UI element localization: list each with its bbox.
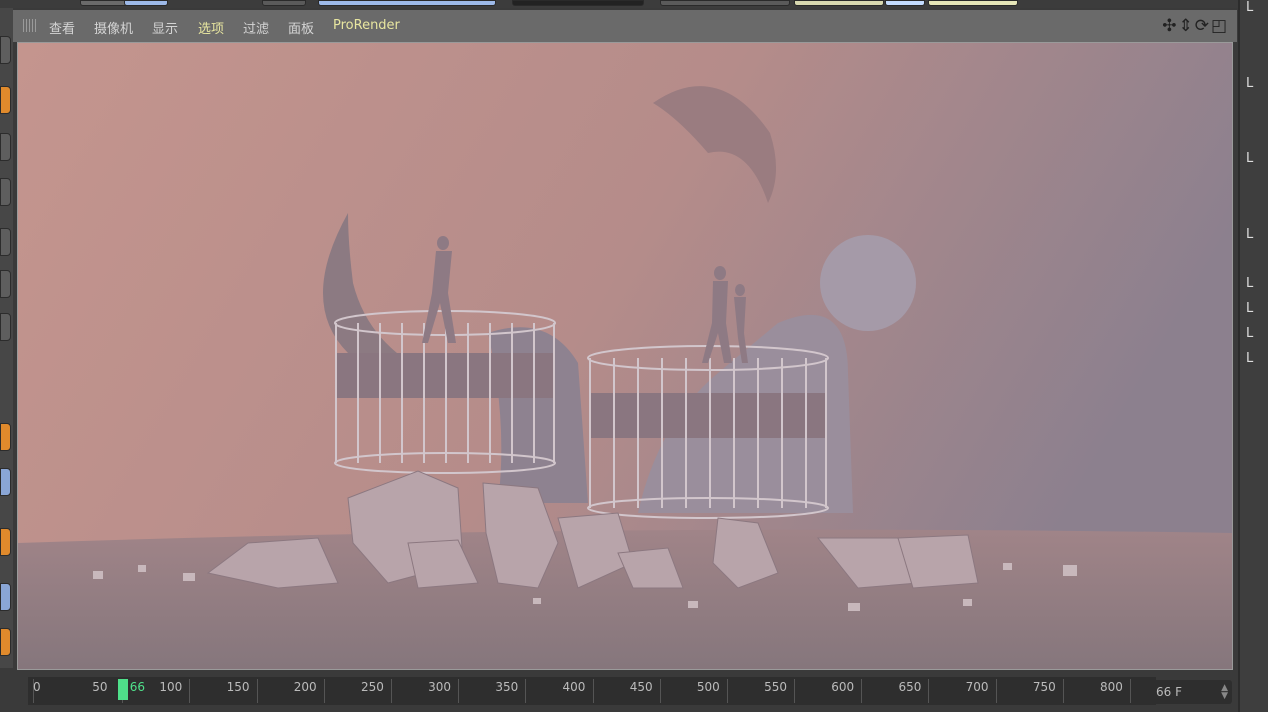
object-row[interactable]: L (1246, 326, 1253, 341)
object-row[interactable]: L (1246, 351, 1253, 366)
toolbar-button[interactable] (124, 0, 168, 6)
object-row[interactable]: L (1246, 301, 1253, 316)
tick-label: 0 (33, 680, 41, 694)
tick-label: 550 (764, 680, 787, 694)
tick-mark (592, 679, 594, 703)
tool-button[interactable] (0, 228, 11, 256)
playhead-label: 66 (129, 680, 145, 694)
tick-mark (1130, 679, 1131, 703)
dolly-view-icon[interactable]: ⇕ (1178, 16, 1194, 36)
toolbar-button-group[interactable] (318, 0, 496, 6)
current-frame-field[interactable]: 66 F ▲ ▼ (1150, 680, 1232, 704)
timeline-ruler[interactable]: 0 50 100 150 200 250 300 350 400 450 500 550 600 650 7… (28, 677, 1156, 705)
menu-view[interactable]: 查看 (49, 18, 75, 37)
timeline: 0 50 100 150 200 250 300 350 400 450 500 550 600 650 7… (13, 672, 1238, 712)
tick-mark (323, 679, 325, 703)
menu-display[interactable]: 显示 (152, 18, 178, 37)
tool-button[interactable] (0, 178, 11, 206)
menu-camera[interactable]: 摄像机 (94, 18, 133, 37)
tick-label: 350 (495, 680, 519, 694)
main-toolbar (0, 0, 1240, 8)
view-nav-icons: ✣⇕⟳◰ (1162, 16, 1229, 36)
tick-label: 700 (965, 680, 989, 694)
panel-grip-icon[interactable] (23, 19, 36, 32)
left-toolbar (0, 8, 13, 668)
tick-mark (1062, 679, 1064, 703)
tick-label: 800 (1100, 680, 1123, 694)
toolbar-button-group[interactable] (660, 0, 790, 6)
current-frame-value: 66 F (1156, 685, 1182, 699)
tool-button[interactable] (0, 628, 11, 656)
giant-head (820, 235, 916, 331)
tick-label: 50 (92, 680, 108, 694)
tick-mark (525, 679, 527, 703)
tick-label: 500 (696, 680, 720, 694)
toolbar-button[interactable] (794, 0, 884, 6)
tick-label: 650 (898, 680, 922, 694)
tool-button[interactable] (0, 528, 11, 556)
tick-mark (861, 679, 863, 703)
tool-button[interactable] (0, 423, 11, 451)
tick-mark (189, 679, 191, 703)
tool-button[interactable] (0, 583, 11, 611)
toolbar-button[interactable] (262, 0, 306, 6)
tick-mark (659, 679, 661, 703)
tick-label: 200 (293, 680, 317, 694)
tick-mark (458, 679, 460, 703)
object-row[interactable]: L (1246, 276, 1253, 291)
toolbar-button[interactable] (885, 0, 925, 6)
tick-mark (928, 679, 930, 703)
viewport-menubar: 查看 摄像机 显示 选项 过滤 面板 ProRender ✣⇕⟳◰ (13, 10, 1237, 42)
tool-button[interactable] (0, 270, 11, 298)
tick-mark (390, 679, 392, 703)
object-manager-panel: L L L L L L L L (1238, 0, 1268, 712)
menu-options[interactable]: 选项 (198, 18, 224, 37)
move-view-icon[interactable]: ✣ (1162, 16, 1178, 36)
tool-button[interactable] (0, 36, 11, 64)
tick-mark (256, 679, 258, 703)
tool-button[interactable] (0, 86, 11, 114)
toolbar-button-group[interactable] (512, 0, 644, 6)
3d-viewport[interactable] (17, 42, 1233, 670)
tick-label: 300 (428, 680, 452, 694)
tick-label: 600 (831, 680, 855, 694)
playhead[interactable] (117, 679, 128, 700)
tick-label: 400 (562, 680, 586, 694)
object-row[interactable]: L (1246, 0, 1253, 15)
tick-mark (794, 679, 796, 703)
tick-mark (995, 679, 997, 703)
rotate-view-icon[interactable]: ⟳ (1195, 16, 1211, 36)
object-row[interactable]: L (1246, 76, 1253, 91)
tool-button[interactable] (0, 313, 11, 341)
menu-prorender[interactable]: ProRender (333, 18, 400, 33)
rendered-scene (18, 43, 1232, 669)
menu-filter[interactable]: 过滤 (243, 18, 269, 37)
spinner-icon[interactable]: ▲ ▼ (1221, 684, 1228, 701)
tick-label: 100 (159, 680, 183, 694)
tick-label: 750 (1032, 680, 1056, 694)
toolbar-button[interactable] (928, 0, 1018, 6)
tool-button[interactable] (0, 468, 11, 496)
menu-panel[interactable]: 面板 (288, 18, 314, 37)
object-row[interactable]: L (1246, 227, 1253, 242)
maximize-view-icon[interactable]: ◰ (1211, 16, 1229, 36)
tick-label: 250 (360, 680, 384, 694)
tick-mark (726, 679, 728, 703)
object-row[interactable]: L (1246, 151, 1253, 166)
tool-button[interactable] (0, 133, 11, 161)
tick-label: 450 (629, 680, 653, 694)
tick-label: 150 (226, 680, 250, 694)
